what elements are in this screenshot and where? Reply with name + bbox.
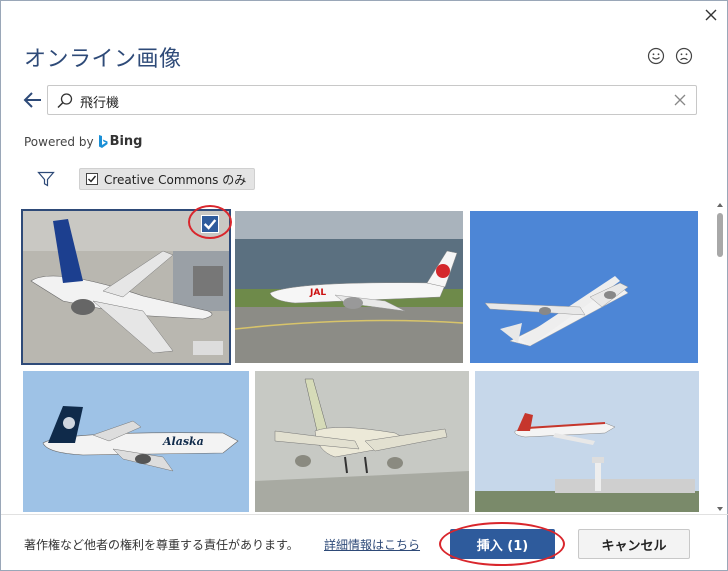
- image-result[interactable]: [255, 371, 469, 512]
- svg-text:JAL: JAL: [309, 288, 326, 298]
- powered-by: Powered by Bing: [24, 134, 143, 149]
- creative-commons-checkbox[interactable]: [86, 173, 98, 185]
- image-alaska-airliner: Alaska: [23, 371, 249, 512]
- image-result[interactable]: [470, 211, 698, 363]
- close-button[interactable]: [701, 5, 721, 25]
- image-ana-airliner: [23, 211, 229, 363]
- image-airliner-blue-sky: [470, 211, 698, 363]
- frown-face-icon[interactable]: [675, 47, 693, 65]
- search-icon: [57, 93, 73, 109]
- scroll-thumb[interactable]: [717, 213, 723, 257]
- online-pictures-dialog: オンライン画像 Powered by Bing: [0, 0, 728, 571]
- image-result[interactable]: [21, 209, 231, 365]
- bing-logo: Bing: [98, 134, 143, 149]
- footer-divider: [1, 514, 728, 515]
- insert-button[interactable]: 挿入 (1): [450, 529, 555, 559]
- dialog-title: オンライン画像: [24, 47, 182, 72]
- scroll-up-icon[interactable]: [716, 201, 724, 209]
- svg-text:Alaska: Alaska: [162, 435, 204, 448]
- bing-label: Bing: [109, 134, 143, 149]
- close-icon: [705, 9, 717, 21]
- search-input[interactable]: [80, 90, 660, 112]
- powered-by-label: Powered by: [24, 134, 94, 149]
- image-airliner-landing: [255, 371, 469, 512]
- scroll-down-icon[interactable]: [716, 505, 724, 513]
- clear-x-icon[interactable]: [672, 92, 688, 108]
- image-airliner-over-airport: [475, 371, 699, 512]
- image-jal-airliner: JAL: [235, 211, 463, 363]
- filter-funnel-icon[interactable]: [37, 170, 55, 188]
- cancel-button[interactable]: キャンセル: [578, 529, 690, 559]
- more-info-link[interactable]: 詳細情報はこちら: [324, 536, 420, 553]
- copyright-notice: 著作権など他者の権利を尊重する責任があります。: [24, 538, 299, 552]
- checkmark-icon: [88, 175, 97, 183]
- image-results-grid: JAL Alaska: [21, 209, 711, 512]
- creative-commons-label: Creative Commons のみ: [104, 172, 247, 187]
- bing-icon: [98, 134, 108, 148]
- creative-commons-filter[interactable]: Creative Commons のみ: [79, 168, 256, 190]
- feedback-group: [647, 47, 693, 65]
- image-result[interactable]: Alaska: [23, 371, 249, 512]
- image-result[interactable]: [475, 371, 699, 512]
- back-arrow-icon[interactable]: [21, 89, 45, 111]
- image-result[interactable]: JAL: [235, 211, 463, 363]
- search-box: [47, 85, 697, 115]
- results-scrollbar[interactable]: [715, 201, 725, 513]
- selected-check[interactable]: [201, 215, 219, 233]
- smile-face-icon[interactable]: [647, 47, 665, 65]
- checkmark-icon: [203, 219, 217, 230]
